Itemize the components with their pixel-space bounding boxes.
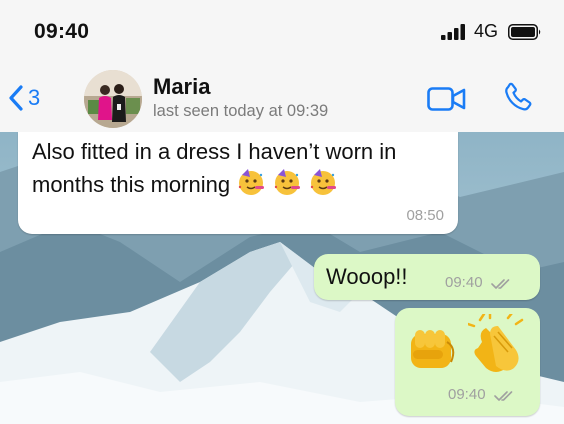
message-text: Wooop!! [326, 264, 408, 289]
message-list[interactable]: Also fitted in a dress I haven’t worn in… [0, 132, 564, 424]
back-button[interactable]: 3 [8, 80, 40, 116]
outgoing-message[interactable]: Wooop!! 09:40 [314, 254, 540, 300]
partying-face-emoji [236, 167, 266, 205]
cellular-signal-icon [441, 24, 465, 40]
chevron-left-icon [9, 85, 23, 111]
double-check-icon [494, 391, 513, 401]
phone-call-icon[interactable] [500, 80, 536, 116]
avatar[interactable] [84, 70, 142, 128]
partying-face-emoji [308, 167, 338, 205]
message-time: 09:40 [448, 386, 486, 403]
oncoming-fist-emoji [407, 322, 459, 379]
outgoing-message[interactable]: 09:40 [395, 308, 540, 416]
network-type: 4G [474, 21, 499, 41]
contact-name[interactable]: Maria [153, 74, 210, 100]
message-time: 08:50 [406, 207, 444, 224]
status-time: 09:40 [34, 20, 90, 43]
video-call-icon[interactable] [427, 86, 467, 112]
battery-icon [508, 24, 541, 40]
incoming-message[interactable]: Also fitted in a dress I haven’t worn in… [18, 132, 458, 234]
avatar-photo [84, 70, 142, 128]
double-check-icon [491, 279, 510, 289]
unread-count: 3 [28, 85, 41, 110]
message-text: Also fitted in a dress I haven’t worn in… [32, 139, 397, 197]
partying-face-emoji [272, 167, 302, 205]
status-bar: 09:40 4G [0, 0, 564, 66]
message-time: 09:40 [445, 274, 483, 291]
last-seen-status: last seen today at 09:39 [153, 102, 329, 120]
clapping-hands-emoji [466, 310, 528, 383]
chat-header: 3 Maria last seen today at 09:39 [0, 66, 564, 132]
